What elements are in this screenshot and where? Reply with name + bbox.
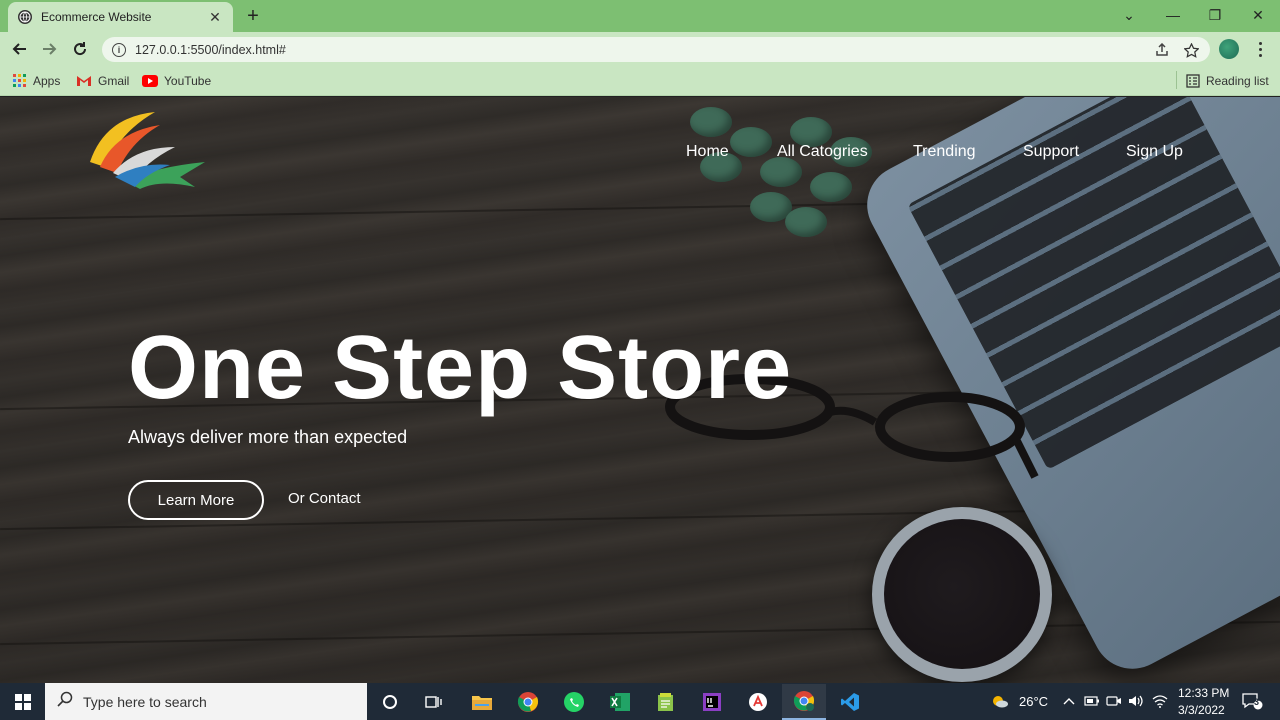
chrome-profile-icon[interactable] — [782, 684, 826, 720]
notification-count: 3 — [1254, 697, 1260, 707]
windows-start-icon[interactable] — [0, 683, 45, 720]
bookmark-star-icon[interactable] — [1182, 41, 1200, 59]
search-icon — [57, 691, 73, 712]
bookmark-gmail[interactable]: Gmail — [76, 72, 129, 90]
bookmark-label: Apps — [33, 74, 61, 88]
address-url: 127.0.0.1:5500/index.html# — [135, 42, 286, 57]
vscode-icon[interactable] — [828, 684, 872, 720]
clock-time[interactable]: 12:33 PM — [1178, 686, 1229, 700]
tab-title: Ecommerce Website — [41, 10, 152, 24]
nav-all-categories[interactable]: All Catogries — [777, 143, 868, 161]
cortana-icon[interactable] — [368, 684, 412, 720]
forward-arrow-icon[interactable] — [37, 37, 61, 61]
taskbar-search-box[interactable]: Type here to search — [45, 683, 367, 720]
browser-tab[interactable]: Ecommerce Website ✕ — [8, 2, 233, 32]
apps-grid-icon — [13, 74, 27, 88]
nav-home[interactable]: Home — [686, 143, 729, 161]
chrome-menu-icon[interactable] — [1252, 38, 1268, 60]
excel-icon[interactable] — [598, 684, 642, 720]
intellij-idea-icon[interactable] — [690, 684, 734, 720]
wifi-icon[interactable] — [1152, 692, 1168, 710]
minimize-button[interactable]: — — [1151, 0, 1195, 30]
gmail-icon — [76, 75, 92, 87]
reload-icon[interactable] — [68, 37, 92, 61]
learn-more-button[interactable]: Learn More — [128, 480, 264, 520]
store-logo[interactable] — [85, 107, 210, 199]
bookmark-label: YouTube — [164, 74, 212, 88]
clock-date[interactable]: 3/3/2022 — [1178, 703, 1225, 717]
notification-center-icon[interactable]: 3 — [1240, 692, 1264, 710]
coffee-cup-image — [872, 507, 1052, 682]
bookmark-apps[interactable]: Apps — [13, 72, 60, 90]
site-info-icon[interactable]: i — [112, 42, 126, 57]
profile-avatar[interactable] — [1219, 39, 1239, 59]
address-bar[interactable]: i 127.0.0.1:5500/index.html# — [102, 37, 1210, 62]
reading-list-icon — [1186, 74, 1200, 88]
back-arrow-icon[interactable] — [8, 37, 32, 61]
share-icon[interactable] — [1153, 41, 1171, 59]
hero-subtitle: Always deliver more than expected — [128, 427, 408, 447]
bookmark-label: Gmail — [98, 74, 130, 88]
weather-temperature[interactable]: 26°C — [1019, 694, 1048, 709]
file-explorer-icon[interactable] — [460, 684, 504, 720]
youtube-icon — [142, 75, 158, 87]
bookmark-youtube[interactable]: YouTube — [142, 72, 211, 90]
nav-sign-up[interactable]: Sign Up — [1126, 143, 1183, 161]
chevron-up-icon[interactable] — [1061, 692, 1077, 710]
notepad-plus-icon[interactable] — [644, 684, 688, 720]
globe-icon — [18, 10, 32, 24]
restore-button[interactable]: ❐ — [1193, 0, 1237, 30]
contact-link[interactable]: Or Contact — [288, 490, 361, 507]
adobe-acrobat-icon[interactable] — [736, 684, 780, 720]
close-window-button[interactable]: ✕ — [1236, 0, 1280, 30]
nav-support[interactable]: Support — [1023, 143, 1079, 161]
meet-now-icon[interactable] — [1106, 692, 1122, 710]
new-tab-button[interactable]: + — [243, 5, 263, 28]
reading-list-label: Reading list — [1206, 74, 1269, 88]
tab-close-icon[interactable]: ✕ — [207, 9, 223, 26]
nav-trending[interactable]: Trending — [913, 143, 976, 161]
bookmarks-divider — [1176, 71, 1177, 89]
volume-icon[interactable] — [1128, 692, 1144, 710]
reading-list-button[interactable]: Reading list — [1186, 72, 1269, 90]
taskbar-search-placeholder: Type here to search — [83, 693, 207, 710]
whatsapp-icon[interactable] — [552, 684, 596, 720]
task-view-icon[interactable] — [412, 684, 456, 720]
chrome-icon[interactable] — [506, 684, 550, 720]
tab-search-icon[interactable]: ⌄ — [1107, 0, 1151, 30]
battery-icon[interactable] — [1084, 692, 1100, 710]
succulent-plant-image — [690, 97, 890, 257]
weather-sun-icon[interactable] — [990, 692, 1010, 710]
hero-title: One Step Store — [128, 318, 793, 418]
